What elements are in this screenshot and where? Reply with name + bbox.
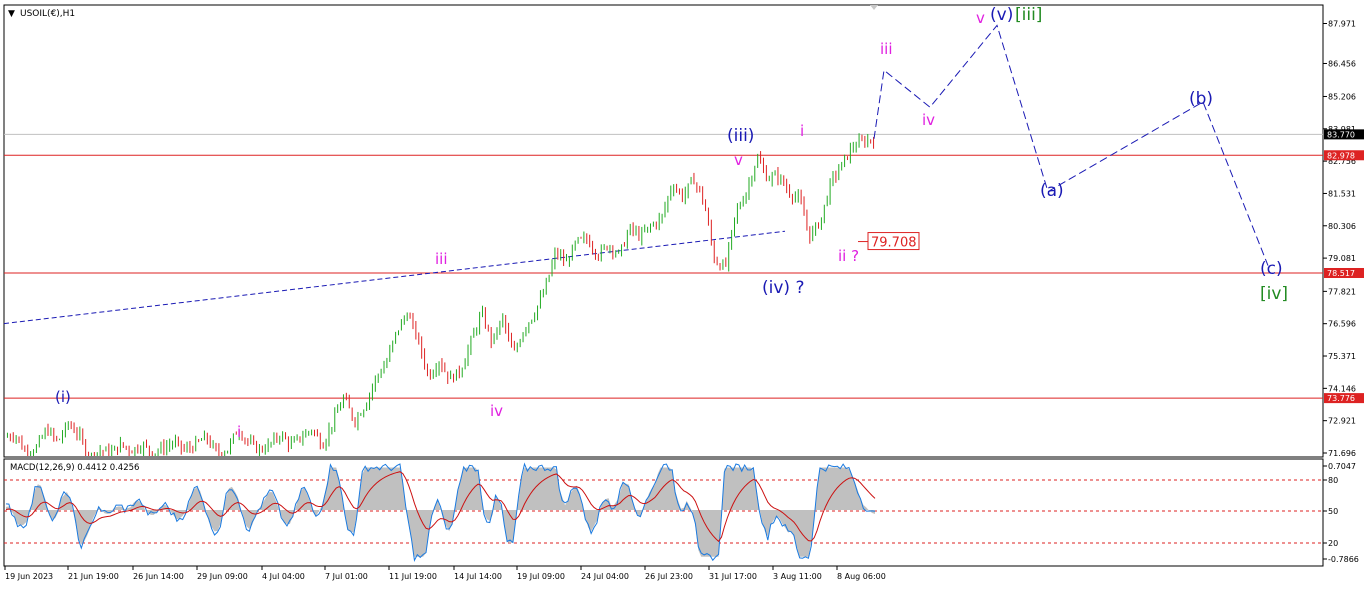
time-tick-label: 24 Jul 04:00 [581, 572, 629, 581]
time-tick-label: 31 Jul 17:00 [709, 572, 757, 581]
price-tick-label: 76.596 [1328, 320, 1356, 329]
wave-label: (b) [1189, 89, 1213, 109]
chart-canvas[interactable]: 79.708(i)iiiiiv(iii)v(iv) ?iii ?iiiivv (v… [0, 0, 1366, 588]
wave-label: (c) [1260, 259, 1283, 279]
macd-tick-label: 80 [1328, 476, 1338, 485]
price-tick-label: 85.206 [1328, 92, 1356, 101]
wave-label: [iii] [1015, 5, 1042, 25]
time-tick-label: 29 Jun 09:00 [197, 572, 248, 581]
wave-label: [iv] [1260, 284, 1288, 304]
price-tick-label: 86.456 [1328, 59, 1356, 68]
wave-label: iv [490, 402, 503, 420]
wave-label: (iv) ? [762, 278, 804, 298]
time-tick-label: 26 Jun 14:00 [133, 572, 184, 581]
time-tick-label: 7 Jul 01:00 [325, 572, 368, 581]
macd-tick-label: 0.7047 [1328, 462, 1356, 471]
wave-label: iii [435, 250, 448, 268]
level-price-tag-label: 78.517 [1327, 269, 1355, 278]
time-tick-label: 19 Jul 09:00 [517, 572, 565, 581]
time-tick-label: 14 Jul 14:00 [454, 572, 502, 581]
price-tick-label: 75.371 [1328, 352, 1356, 361]
time-tick-label: 19 Jun 2023 [5, 572, 53, 581]
price-tick-label: 87.971 [1328, 20, 1356, 29]
price-tick-label: 80.306 [1328, 222, 1356, 231]
wave-label: ii ? [838, 247, 859, 265]
price-tick-label: 74.146 [1328, 384, 1356, 393]
current-price-tag-label: 83.770 [1327, 130, 1355, 139]
symbol-label: USOIL(€),H1 [20, 9, 75, 19]
chart-window[interactable]: 79.708 (i) i iii iv (iii) v (iv) ? i ii ? iii iv v (v… [0, 0, 1366, 588]
price-tick-label: 77.821 [1328, 287, 1356, 296]
wave-label: i [237, 423, 241, 441]
macd-indicator-label: MACD(12,26,9) 0.4412 0.4256 [10, 463, 139, 473]
wave-label: (iii) [727, 126, 754, 146]
time-tick-label: 4 Jul 04:00 [262, 572, 305, 581]
wave-label: (i) [55, 388, 71, 406]
time-tick-label: 11 Jul 19:00 [389, 572, 437, 581]
price-tick-label: 71.696 [1328, 449, 1356, 458]
wave-label: iii [880, 40, 893, 58]
time-tick-label: 21 Jun 19:00 [68, 572, 119, 581]
level-price-tag-label: 73.776 [1327, 394, 1355, 403]
wave-label: (a) [1040, 181, 1064, 201]
macd-tick-label: 50 [1328, 507, 1338, 516]
price-tick-label: 81.531 [1328, 189, 1356, 198]
wave-label: v [734, 151, 743, 169]
level-price-tag-label: 82.978 [1327, 151, 1355, 160]
wave-label: iv [922, 111, 935, 129]
wave-label: i [800, 122, 804, 140]
price-annotation-label: 79.708 [871, 236, 917, 251]
price-tick-label: 72.921 [1328, 417, 1356, 426]
collapse-marker-icon[interactable]: ▼ [8, 9, 15, 19]
chart-background [0, 0, 1366, 588]
price-tick-label: 79.081 [1328, 254, 1356, 263]
wave-label: (v) [990, 5, 1013, 25]
macd-tick-label: 20 [1328, 539, 1338, 548]
time-tick-label: 3 Aug 11:00 [773, 572, 822, 581]
wave-label: v [976, 9, 985, 27]
macd-tick-label: -0.7866 [1328, 555, 1359, 564]
time-tick-label: 8 Aug 06:00 [837, 572, 886, 581]
time-tick-label: 26 Jul 23:00 [645, 572, 693, 581]
